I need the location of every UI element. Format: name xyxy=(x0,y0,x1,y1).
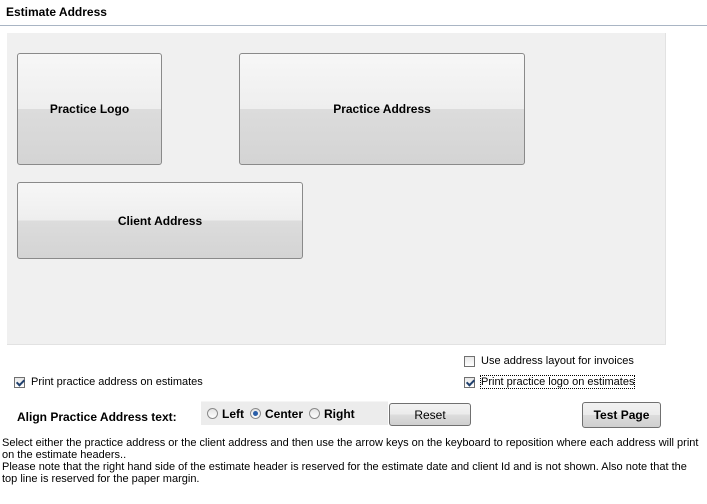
reset-button[interactable]: Reset xyxy=(389,403,471,426)
alignment-radio-group: Left Center Right xyxy=(201,401,388,425)
use-layout-invoices-checkbox[interactable] xyxy=(464,355,475,367)
instructions-text: Select either the practice address or th… xyxy=(2,437,705,485)
test-page-button[interactable]: Test Page xyxy=(582,402,661,428)
section-title: Estimate Address xyxy=(0,0,707,26)
align-left-radio[interactable] xyxy=(207,408,218,419)
align-right-option[interactable]: Right xyxy=(309,407,355,421)
print-practice-address-label: Print practice address on estimates xyxy=(31,376,203,388)
use-layout-invoices-option[interactable]: Use address layout for invoices xyxy=(464,355,634,367)
print-practice-address-option[interactable]: Print practice address on estimates xyxy=(14,376,203,388)
align-center-label: Center xyxy=(265,406,304,421)
align-right-label: Right xyxy=(324,406,355,421)
print-practice-logo-option[interactable]: Print practice logo on estimates xyxy=(464,375,636,389)
instructions-line-1: Select either the practice address or th… xyxy=(2,437,699,461)
client-address-label: Client Address xyxy=(117,213,203,228)
client-address-box[interactable]: Client Address xyxy=(17,182,303,259)
practice-logo-box[interactable]: Practice Logo xyxy=(17,53,162,165)
align-left-label: Left xyxy=(222,406,244,421)
practice-logo-label: Practice Logo xyxy=(49,102,130,116)
print-practice-logo-checkbox[interactable] xyxy=(464,376,475,388)
practice-address-label: Practice Address xyxy=(333,102,431,116)
align-right-radio[interactable] xyxy=(309,408,321,419)
print-practice-address-checkbox[interactable] xyxy=(14,376,25,388)
align-address-label: Align Practice Address text: xyxy=(17,410,177,424)
print-practice-logo-label: Print practice logo on estimates xyxy=(479,375,636,389)
align-center-option[interactable]: Center xyxy=(250,407,303,421)
practice-address-box[interactable]: Practice Address xyxy=(239,53,525,165)
align-center-radio[interactable] xyxy=(250,408,261,419)
use-layout-invoices-label: Use address layout for invoices xyxy=(481,355,634,367)
align-left-option[interactable]: Left xyxy=(207,407,244,421)
instructions-line-2: Please note that the right hand side of … xyxy=(2,461,687,485)
